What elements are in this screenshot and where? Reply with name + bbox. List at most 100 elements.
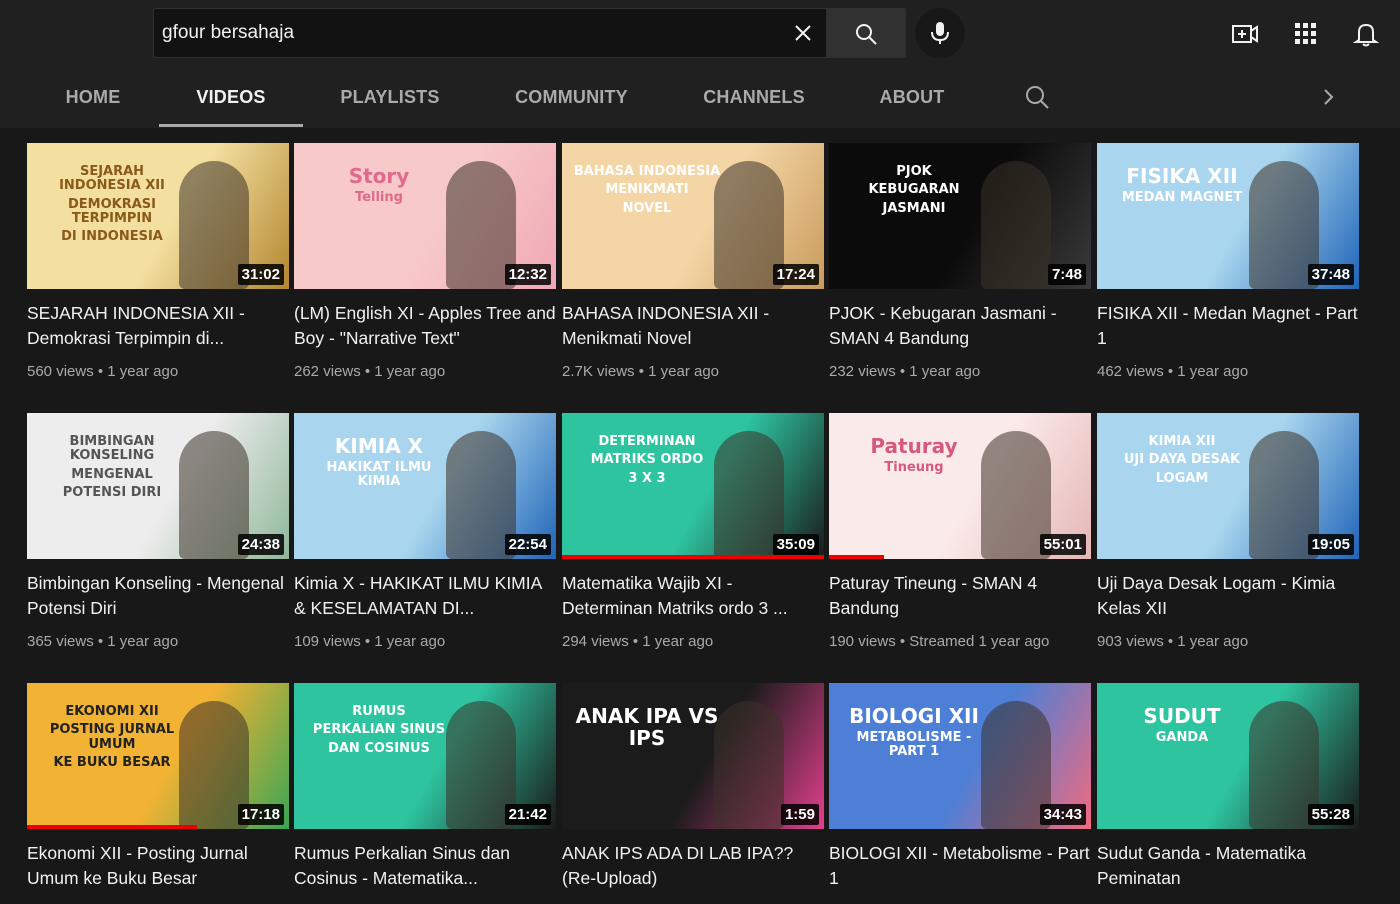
video-metadata: 903 views • 1 year ago xyxy=(1097,633,1359,650)
thumbnail-text-line: MEDAN MAGNET xyxy=(1121,190,1243,205)
video-thumbnail[interactable]: Story Telling 12:32 xyxy=(294,143,556,289)
video-card[interactable]: SEJARAH INDONESIA XII DEMOKRASI TERPIMPIN… xyxy=(27,143,289,393)
thumbnail-title-text: ANAK IPA VS IPS xyxy=(572,705,722,753)
video-card[interactable]: EKONOMI XII POSTING JURNAL UMUM KE BUKU BE… xyxy=(27,683,289,904)
tab-channels[interactable]: CHANNELS xyxy=(693,68,815,126)
video-duration: 22:54 xyxy=(504,534,551,555)
video-thumbnail[interactable]: EKONOMI XII POSTING JURNAL UMUM KE BUKU BE… xyxy=(27,683,289,829)
video-title[interactable]: Paturay Tineung - SMAN 4 Bandung xyxy=(829,571,1091,621)
separator-dot: • xyxy=(93,633,108,650)
video-card[interactable]: ANAK IPA VS IPS 1:59 ANAK IPS ADA DI LAB I… xyxy=(562,683,824,904)
thumbnail-text-line: Paturay xyxy=(870,434,958,458)
thumbnail-text-line: ANAK IPA VS IPS xyxy=(575,704,719,750)
video-card[interactable]: FISIKA XII MEDAN MAGNET 37:48 FISIKA XII - … xyxy=(1097,143,1359,393)
thumbnail-text-line: BIMBINGAN KONSELING xyxy=(69,434,155,464)
video-title[interactable]: (LM) English XI - Apples Tree and Boy - … xyxy=(294,301,556,351)
video-metadata: 560 views • 1 year ago xyxy=(27,363,289,380)
thumbnail-text-line: JASMANI xyxy=(882,200,946,216)
thumbnail-title-text: BAHASA INDONESIA MENIKMATI NOVEL xyxy=(572,164,722,220)
tab-community[interactable]: COMMUNITY xyxy=(505,68,638,126)
video-duration: 12:32 xyxy=(504,264,551,285)
active-tab-indicator xyxy=(159,124,303,127)
video-card[interactable]: DETERMINAN MATRIKS ORDO 3 X 3 35:09 Matemati… xyxy=(562,413,824,663)
video-thumbnail[interactable]: BIOLOGI XII METABOLISME - PART 1 34:43 xyxy=(829,683,1091,829)
video-thumbnail[interactable]: DETERMINAN MATRIKS ORDO 3 X 3 35:09 xyxy=(562,413,824,559)
video-title[interactable]: BAHASA INDONESIA XII - Menikmati Novel xyxy=(562,301,824,351)
thumbnail-text-line: SEJARAH INDONESIA XII xyxy=(59,164,165,194)
thumbnail-text-line: METABOLISME - PART 1 xyxy=(856,730,972,760)
video-card[interactable]: BIOLOGI XII METABOLISME - PART 1 34:43 BIOL… xyxy=(829,683,1091,904)
create-video-icon[interactable] xyxy=(1231,20,1259,48)
clear-search-icon[interactable] xyxy=(791,21,815,45)
tab-home[interactable]: HOME xyxy=(53,68,133,126)
thumbnail-text-line: MATRIKS ORDO xyxy=(590,452,704,468)
video-thumbnail[interactable]: BAHASA INDONESIA MENIKMATI NOVEL 17:24 xyxy=(562,143,824,289)
video-card[interactable]: KIMIA XII UJI DAYA DESAK LOGAM 19:05 Uji Day… xyxy=(1097,413,1359,663)
video-title[interactable]: Kimia X - HAKIKAT ILMU KIMIA & KESELAMAT… xyxy=(294,571,556,621)
tab-videos[interactable]: VIDEOS xyxy=(159,68,303,126)
video-card[interactable]: PJOK KEBUGARAN JASMANI 7:48 PJOK - Kebugaran… xyxy=(829,143,1091,393)
tab-about[interactable]: ABOUT xyxy=(866,68,958,126)
thumbnail-text-line: Tineung xyxy=(884,460,944,475)
video-card[interactable]: BIMBINGAN KONSELING MENGENAL POTENSI DIRI 2… xyxy=(27,413,289,663)
video-thumbnail[interactable]: SUDUT GANDA 55:28 xyxy=(1097,683,1359,829)
separator-dot: • xyxy=(1163,633,1178,650)
video-title[interactable]: BIOLOGI XII - Metabolisme - Part 1 xyxy=(829,841,1091,891)
thumbnail-title-text: FISIKA XII MEDAN MAGNET xyxy=(1107,165,1257,209)
video-card[interactable]: KIMIA X HAKIKAT ILMU KIMIA 22:54 Kimia X - … xyxy=(294,413,556,663)
search-input[interactable] xyxy=(162,18,762,48)
notifications-bell-icon[interactable] xyxy=(1352,20,1380,48)
video-card[interactable]: Paturay Tineung 55:01 Paturay Tineung - SMA… xyxy=(829,413,1091,663)
video-metadata: 109 views • 1 year ago xyxy=(294,633,556,650)
video-duration: 37:48 xyxy=(1307,264,1354,285)
video-title[interactable]: Rumus Perkalian Sinus dan Cosinus - Mate… xyxy=(294,841,556,891)
thumbnail-text-line: MENIKMATI xyxy=(605,182,689,198)
thumbnail-text-line: LOGAM xyxy=(1155,470,1209,486)
chevron-right-icon[interactable] xyxy=(1316,85,1340,109)
video-title[interactable]: Sudut Ganda - Matematika Peminatan xyxy=(1097,841,1359,891)
upload-age: 1 year ago xyxy=(107,633,179,650)
separator-dot: • xyxy=(360,363,375,380)
video-title[interactable]: Bimbingan Konseling - Mengenal Potensi D… xyxy=(27,571,289,621)
video-thumbnail[interactable]: BIMBINGAN KONSELING MENGENAL POTENSI DIRI 2… xyxy=(27,413,289,559)
video-card[interactable]: BAHASA INDONESIA MENIKMATI NOVEL 17:24 BAHAS… xyxy=(562,143,824,393)
separator-dot: • xyxy=(93,363,108,380)
video-thumbnail[interactable]: RUMUS PERKALIAN SINUS DAN COSINUS 21:42 xyxy=(294,683,556,829)
video-metadata: 365 views • 1 year ago xyxy=(27,633,289,650)
view-count: 294 views xyxy=(562,633,629,650)
video-title[interactable]: PJOK - Kebugaran Jasmani - SMAN 4 Bandun… xyxy=(829,301,1091,351)
thumbnail-text-line: SUDUT xyxy=(1143,704,1221,728)
thumbnail-text-line: KIMIA XII xyxy=(1148,434,1216,449)
video-thumbnail[interactable]: FISIKA XII MEDAN MAGNET 37:48 xyxy=(1097,143,1359,289)
channel-search-icon[interactable] xyxy=(1024,84,1050,110)
thumbnail-title-text: PJOK KEBUGARAN JASMANI xyxy=(839,164,989,220)
separator-dot: • xyxy=(628,633,643,650)
video-thumbnail[interactable]: KIMIA X HAKIKAT ILMU KIMIA 22:54 xyxy=(294,413,556,559)
upload-age: 1 year ago xyxy=(909,363,981,380)
video-title[interactable]: FISIKA XII - Medan Magnet - Part 1 xyxy=(1097,301,1359,351)
video-title[interactable]: Uji Daya Desak Logam - Kimia Kelas XII xyxy=(1097,571,1359,621)
thumbnail-title-text: KIMIA XII UJI DAYA DESAK LOGAM xyxy=(1107,434,1257,490)
video-thumbnail[interactable]: SEJARAH INDONESIA XII DEMOKRASI TERPIMPIN… xyxy=(27,143,289,289)
thumbnail-text-line: KE BUKU BESAR xyxy=(53,754,171,770)
view-count: 190 views xyxy=(829,633,896,650)
video-thumbnail[interactable]: Paturay Tineung 55:01 xyxy=(829,413,1091,559)
video-title[interactable]: Matematika Wajib XI - Determinan Matriks… xyxy=(562,571,824,621)
video-thumbnail[interactable]: PJOK KEBUGARAN JASMANI 7:48 xyxy=(829,143,1091,289)
video-duration: 21:42 xyxy=(504,804,551,825)
video-title[interactable]: ANAK IPS ADA DI LAB IPA?? (Re-Upload) xyxy=(562,841,824,891)
presenter-image xyxy=(714,701,784,829)
video-card[interactable]: Story Telling 12:32 (LM) English XI - Apple… xyxy=(294,143,556,393)
separator-dot: • xyxy=(634,363,649,380)
video-thumbnail[interactable]: KIMIA XII UJI DAYA DESAK LOGAM 19:05 xyxy=(1097,413,1359,559)
video-title[interactable]: SEJARAH INDONESIA XII - Demokrasi Terpim… xyxy=(27,301,289,351)
video-card[interactable]: SUDUT GANDA 55:28 Sudut Ganda - Matematika … xyxy=(1097,683,1359,904)
thumbnail-text-line: PJOK xyxy=(896,164,932,179)
tab-playlists[interactable]: PLAYLISTS xyxy=(330,68,450,126)
video-title[interactable]: Ekonomi XII - Posting Jurnal Umum ke Buk… xyxy=(27,841,289,891)
search-button[interactable] xyxy=(826,8,906,58)
video-card[interactable]: RUMUS PERKALIAN SINUS DAN COSINUS 21:42 Rumu… xyxy=(294,683,556,904)
voice-search-button[interactable] xyxy=(915,8,965,58)
video-thumbnail[interactable]: ANAK IPA VS IPS 1:59 xyxy=(562,683,824,829)
apps-grid-icon[interactable] xyxy=(1292,20,1320,48)
